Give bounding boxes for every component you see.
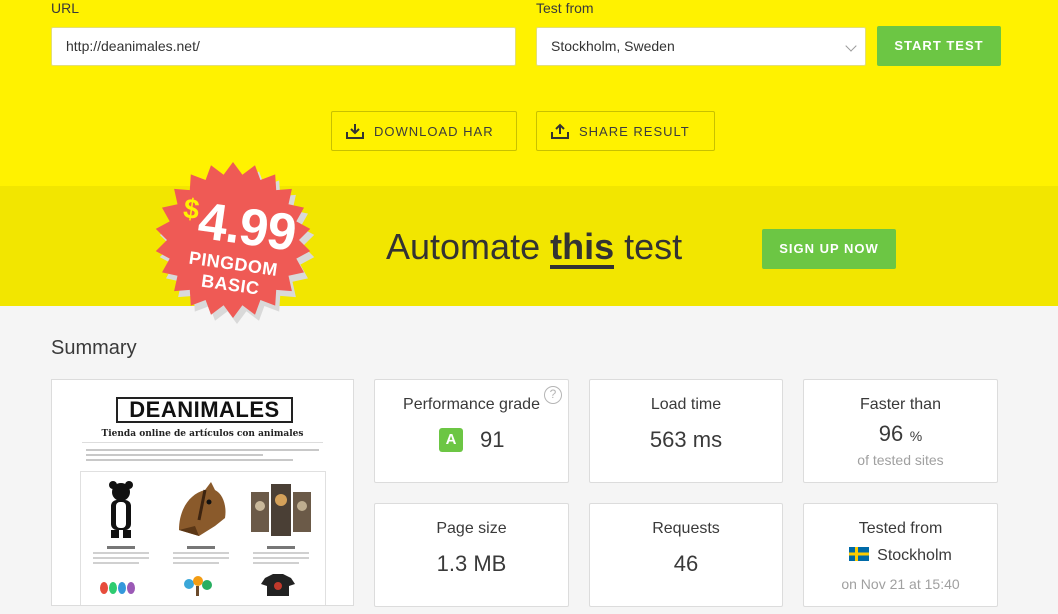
product-desc bbox=[253, 557, 309, 559]
share-result-label: SHARE RESULT bbox=[579, 123, 690, 139]
download-har-label: DOWNLOAD HAR bbox=[374, 123, 494, 139]
performance-score: 91 bbox=[480, 427, 505, 452]
requests-title: Requests bbox=[652, 520, 720, 537]
tested-from-title: Tested from bbox=[858, 520, 943, 537]
page-size-title: Page size bbox=[436, 520, 507, 537]
paintings-icon bbox=[251, 484, 311, 536]
faster-than-sub: of tested sites bbox=[857, 452, 944, 468]
tested-from-location-row: Stockholm bbox=[804, 547, 997, 565]
tshirt-icon bbox=[261, 574, 295, 596]
load-time-title: Load time bbox=[650, 396, 722, 413]
product-panda-costume bbox=[89, 480, 153, 564]
sign-up-button[interactable]: SIGN UP NOW bbox=[762, 229, 896, 269]
sweden-flag-icon bbox=[849, 547, 870, 561]
share-icon bbox=[551, 123, 569, 139]
product-horse-mask bbox=[169, 480, 233, 564]
grade-letter-badge: A bbox=[439, 428, 463, 452]
screenshot-logo: DEANIMALES bbox=[116, 397, 293, 423]
product-desc bbox=[253, 562, 299, 564]
faster-than-figure: 96 % bbox=[804, 421, 997, 447]
test-from-select[interactable]: Stockholm, Sweden bbox=[536, 27, 866, 66]
screenshot-divider bbox=[82, 442, 323, 443]
panda-costume-icon bbox=[109, 481, 133, 538]
product-tree bbox=[181, 576, 215, 601]
product-desc bbox=[93, 557, 149, 559]
product-desc bbox=[173, 552, 229, 554]
page-size-value: 1.3 MB bbox=[436, 551, 507, 576]
chevron-down-icon bbox=[845, 40, 857, 52]
colored-figures-icon bbox=[100, 582, 135, 594]
test-from-label: Test from bbox=[536, 0, 594, 16]
product-name bbox=[267, 546, 295, 549]
url-input-value: http://deanimales.net/ bbox=[66, 38, 200, 54]
page-size-card: Page size 1.3 MB bbox=[374, 503, 569, 607]
download-har-button[interactable]: DOWNLOAD HAR bbox=[331, 111, 517, 151]
screenshot-text-line bbox=[86, 459, 293, 461]
product-name bbox=[187, 546, 215, 549]
load-time-value: 563 ms bbox=[649, 427, 723, 452]
site-screenshot-thumbnail[interactable]: DEANIMALES Tienda online de artículos co… bbox=[51, 379, 354, 606]
promo-text-emphasis: this bbox=[550, 226, 615, 269]
product-desc bbox=[93, 562, 139, 564]
screenshot-tagline: Tienda online de artículos con animales bbox=[101, 429, 304, 439]
faster-than-unit: % bbox=[909, 428, 923, 444]
product-animal-paintings bbox=[249, 480, 313, 564]
share-result-button[interactable]: SHARE RESULT bbox=[536, 111, 715, 151]
product-desc bbox=[253, 552, 309, 554]
product-desc bbox=[93, 552, 149, 554]
faster-than-card: Faster than 96 % of tested sites bbox=[803, 379, 998, 483]
performance-grade-card: Performance grade ? A 91 bbox=[374, 379, 569, 483]
promo-text-before: Automate bbox=[386, 226, 551, 267]
test-from-value: Stockholm, Sweden bbox=[551, 38, 675, 54]
download-icon bbox=[346, 124, 364, 139]
horse-mask-icon bbox=[179, 482, 226, 536]
product-desc bbox=[173, 557, 229, 559]
load-time-card: Load time 563 ms bbox=[589, 379, 783, 483]
screenshot-text-line bbox=[86, 454, 263, 456]
requests-value: 46 bbox=[673, 551, 699, 576]
summary-title: Summary bbox=[51, 337, 137, 359]
url-label: URL bbox=[51, 0, 80, 16]
url-input[interactable]: http://deanimales.net/ bbox=[51, 27, 516, 66]
badge-dollar-sign: $ bbox=[181, 192, 201, 226]
promo-headline: Automate this test bbox=[386, 226, 682, 269]
product-name bbox=[107, 546, 135, 549]
help-icon[interactable]: ? bbox=[544, 386, 562, 404]
price-badge[interactable]: $4.99 PINGDOM BASIC bbox=[153, 162, 319, 328]
tested-from-location: Stockholm bbox=[877, 547, 952, 564]
requests-card: Requests 46 bbox=[589, 503, 783, 607]
promo-text-after: test bbox=[614, 226, 683, 267]
faster-than-title: Faster than bbox=[860, 396, 941, 413]
screenshot-products bbox=[80, 471, 326, 605]
product-tshirt bbox=[261, 574, 295, 601]
test-form-section: URL Test from http://deanimales.net/ Sto… bbox=[0, 0, 1058, 186]
tested-from-card: Tested from Stockholm on Nov 21 at 15:40 bbox=[803, 503, 998, 607]
tested-from-date: on Nov 21 at 15:40 bbox=[841, 576, 960, 592]
start-test-button[interactable]: START TEST bbox=[877, 26, 1001, 66]
performance-grade-title: Performance grade bbox=[403, 396, 540, 413]
product-figures bbox=[99, 580, 139, 599]
screenshot-text-line bbox=[86, 449, 319, 451]
tree-decoration-icon bbox=[184, 576, 212, 596]
faster-than-value: 96 bbox=[878, 421, 904, 446]
product-desc bbox=[173, 562, 219, 564]
